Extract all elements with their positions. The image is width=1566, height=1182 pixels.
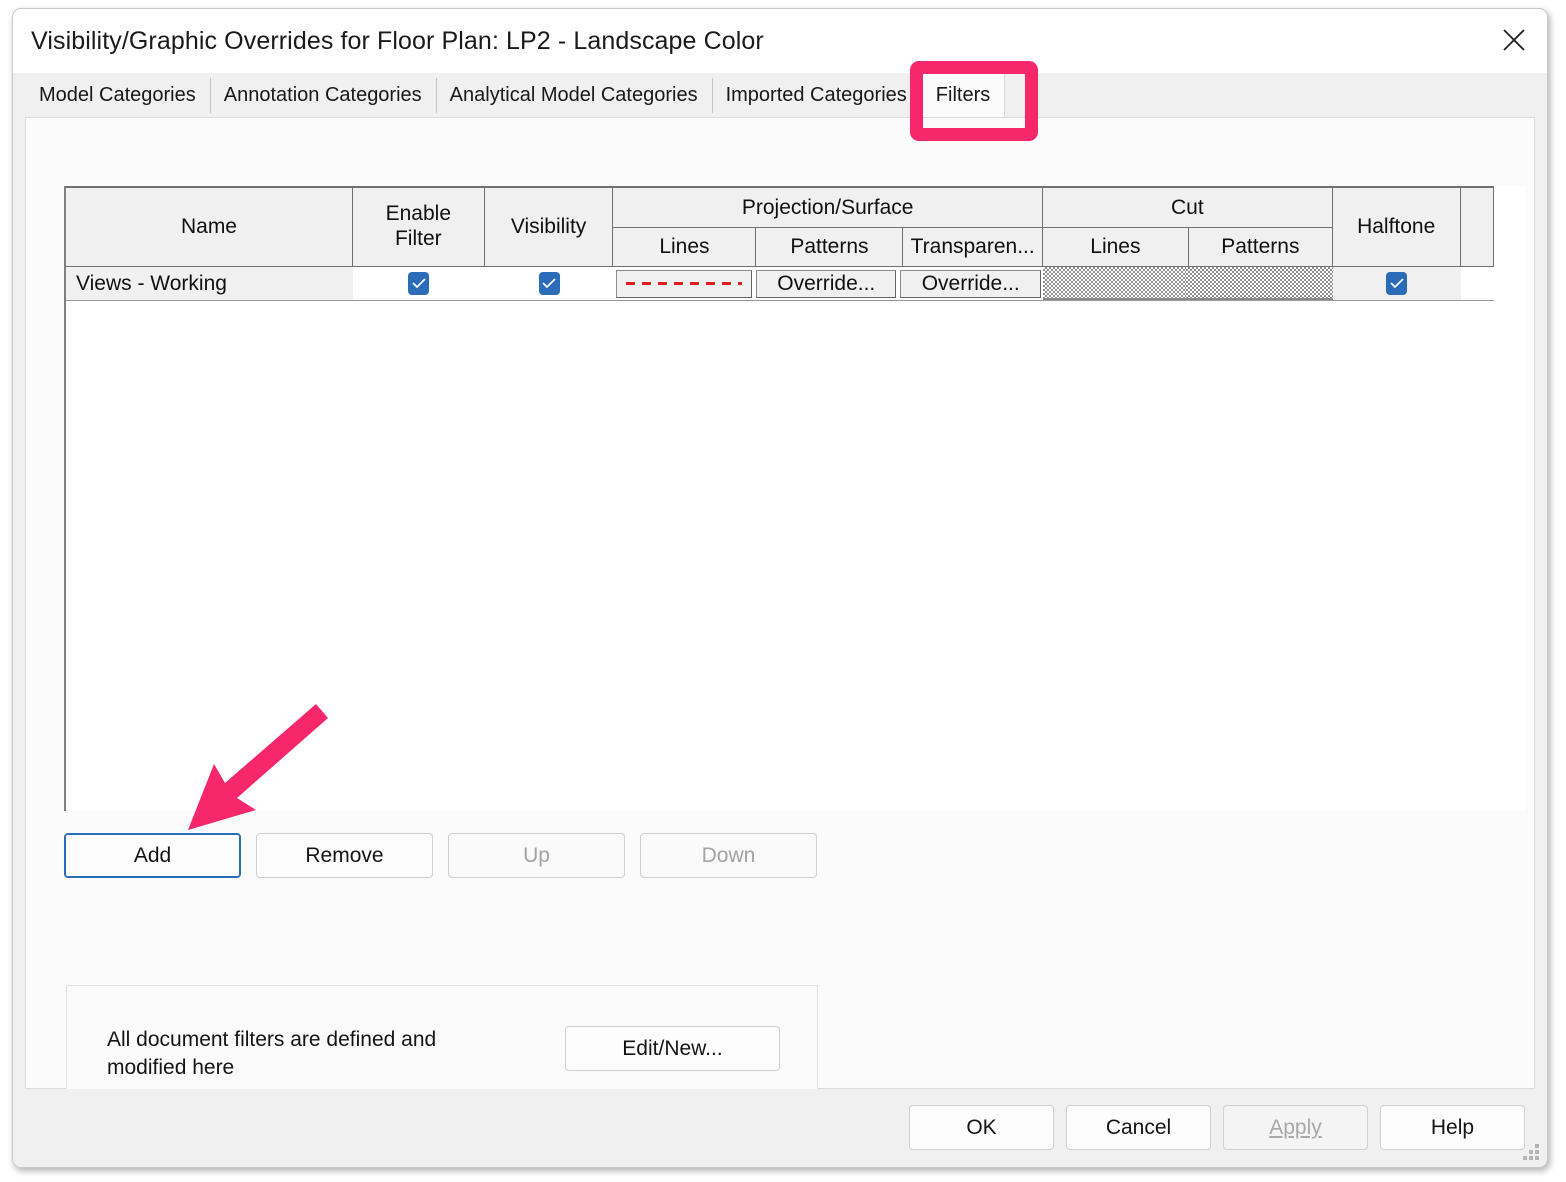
column-header-cut-patterns[interactable]: Patterns [1189, 228, 1332, 266]
filters-tab-panel: Name Enable Filter Visibility Projection… [25, 117, 1535, 1115]
edit-new-button[interactable]: Edit/New... [565, 1026, 780, 1071]
button-label: Apply [1269, 1115, 1322, 1139]
visibility-checkbox[interactable] [538, 272, 560, 295]
cell-filter-name[interactable]: Views - Working [66, 267, 354, 300]
column-header-label: Name [180, 215, 237, 238]
button-label: Edit/New... [622, 1036, 723, 1060]
cut-patterns-disabled-hatch [1186, 267, 1333, 300]
tab-imported-categories[interactable]: Imported Categories [711, 73, 921, 118]
column-group-label: Projection/Surface [613, 188, 1042, 228]
column-header-label: Filter [394, 227, 442, 250]
column-header-label: Patterns [790, 235, 869, 258]
button-label: Cancel [1105, 1115, 1172, 1139]
column-header-projection-transparency[interactable]: Transparen... [903, 228, 1041, 266]
document-filters-description: All document filters are defined and mod… [107, 1028, 437, 1079]
tab-analytical-model-categories[interactable]: Analytical Model Categories [435, 73, 712, 118]
help-button[interactable]: Help [1380, 1105, 1525, 1150]
button-label: OK [966, 1115, 997, 1139]
column-header-visibility[interactable]: Visibility [484, 188, 614, 266]
tab-filters[interactable]: Filters [920, 73, 1006, 118]
tab-label: Imported Categories [725, 84, 907, 106]
red-dashed-line-preview [625, 282, 742, 285]
cell-visibility[interactable] [485, 267, 614, 300]
ok-button[interactable]: OK [909, 1105, 1054, 1150]
apply-button: Apply [1223, 1105, 1368, 1150]
projection-lines-override-button[interactable] [615, 269, 753, 298]
projection-patterns-override-button[interactable]: Override... [756, 269, 897, 298]
column-header-name[interactable]: Name [66, 188, 353, 266]
move-down-button: Down [640, 833, 817, 878]
dialog-titlebar: Visibility/Graphic Overrides for Floor P… [13, 9, 1547, 73]
tab-strip: Model Categories Annotation Categories A… [13, 73, 1547, 118]
button-label: Down [701, 843, 756, 867]
column-header-enable-filter[interactable]: Enable Filter [352, 188, 485, 266]
cell-cut-lines [1042, 267, 1187, 300]
filter-name-label: Views - Working [76, 271, 227, 295]
column-header-label: Lines [659, 235, 710, 258]
tab-label: Model Categories [39, 84, 196, 106]
dialog-title: Visibility/Graphic Overrides for Floor P… [31, 27, 764, 55]
add-button[interactable]: Add [64, 833, 241, 878]
cell-halftone[interactable] [1332, 267, 1461, 300]
button-label: Help [1430, 1115, 1475, 1139]
filter-list-actions: Add Remove Up Down [64, 833, 817, 878]
filters-table: Name Enable Filter Visibility Projection… [64, 186, 1526, 811]
column-header-extra[interactable] [1460, 188, 1494, 266]
screenshot-root: Visibility/Graphic Overrides for Floor P… [0, 0, 1566, 1182]
table-row[interactable]: Views - Working Override... Override... [66, 267, 1494, 301]
button-label: Remove [305, 843, 384, 867]
enable-filter-checkbox[interactable] [408, 272, 430, 295]
column-header-projection-patterns[interactable]: Patterns [756, 228, 904, 266]
button-label: Up [523, 843, 550, 867]
cell-cut-patterns [1186, 267, 1333, 300]
tab-label: Analytical Model Categories [449, 84, 698, 106]
cell-extra [1461, 267, 1494, 300]
cell-projection-transparency[interactable]: Override... [898, 267, 1042, 300]
tab-model-categories[interactable]: Model Categories [25, 73, 210, 118]
tab-annotation-categories[interactable]: Annotation Categories [209, 73, 436, 118]
tab-label: Annotation Categories [223, 84, 422, 106]
cell-projection-patterns[interactable]: Override... [754, 267, 898, 300]
cell-projection-lines[interactable] [614, 267, 755, 300]
close-icon[interactable] [1481, 9, 1547, 71]
cell-enable-filter[interactable] [353, 267, 485, 300]
column-header-label: Visibility [510, 215, 587, 238]
column-header-label: Halftone [1357, 215, 1436, 238]
remove-button[interactable]: Remove [256, 833, 433, 878]
filters-table-header: Name Enable Filter Visibility Projection… [66, 186, 1494, 267]
visibility-graphic-overrides-dialog: Visibility/Graphic Overrides for Floor P… [12, 8, 1548, 1168]
column-header-halftone[interactable]: Halftone [1332, 188, 1461, 266]
column-group-cut: Cut Lines Patterns [1042, 188, 1333, 266]
dialog-footer: OK Cancel Apply Help [13, 1089, 1547, 1167]
cut-lines-disabled-hatch [1042, 267, 1187, 300]
button-label: Add [133, 843, 172, 867]
column-group-projection-surface: Projection/Surface Lines Patterns Transp… [613, 188, 1043, 266]
projection-transparency-override-button[interactable]: Override... [900, 269, 1041, 298]
column-header-label: Lines [1090, 235, 1141, 258]
column-header-cut-lines[interactable]: Lines [1043, 228, 1189, 266]
column-group-label: Cut [1042, 188, 1332, 228]
column-header-label: Transparen... [910, 235, 1035, 258]
column-header-label: Enable [385, 202, 452, 226]
column-header-label: Patterns [1221, 235, 1300, 258]
cancel-button[interactable]: Cancel [1066, 1105, 1211, 1150]
halftone-checkbox[interactable] [1386, 272, 1408, 295]
tab-label: Filters [935, 84, 991, 106]
resize-grip[interactable] [1523, 1144, 1540, 1161]
column-header-projection-lines[interactable]: Lines [613, 228, 757, 266]
move-up-button: Up [448, 833, 625, 878]
